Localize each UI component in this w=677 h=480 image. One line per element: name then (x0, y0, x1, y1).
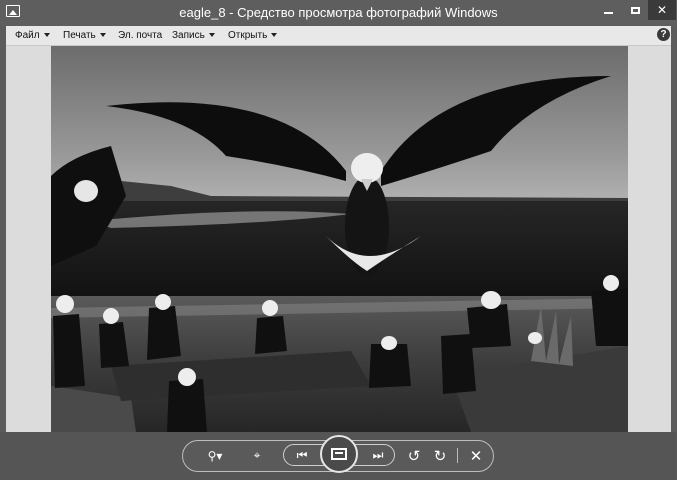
menu-email-label: Эл. почта (118, 30, 163, 41)
delete-icon: ✕ (469, 447, 483, 465)
rotate-right-icon: ↻ (433, 447, 447, 465)
chevron-down-icon (43, 33, 50, 38)
actual-size-icon: ⌖ (253, 448, 261, 462)
title-bar[interactable]: eagle_8 - Средство просмотра фотографий … (0, 0, 677, 26)
menu-open[interactable]: Открыть (228, 30, 278, 41)
actual-size-button[interactable]: ⌖ (245, 441, 269, 470)
photo-viewport (6, 46, 671, 432)
close-icon: ✕ (656, 3, 668, 17)
minimize-icon (603, 12, 613, 14)
menu-bar: Файл Печать Эл. почта Запись Открыть ? (6, 26, 671, 46)
menu-print-label: Печать (63, 30, 96, 41)
maximize-button[interactable] (622, 0, 648, 20)
zoom-icon: ⚲▾ (207, 448, 223, 463)
previous-icon: ⏮ (296, 448, 308, 462)
next-icon: ⏭ (372, 448, 384, 462)
bottom-toolbar: ⚲▾ ⌖ ⏮ ⏭ ↺ ↻ ✕ (0, 432, 677, 480)
menu-print[interactable]: Печать (63, 30, 106, 41)
help-icon[interactable]: ? (657, 28, 670, 41)
rotate-left-button[interactable]: ↺ (403, 441, 425, 470)
slideshow-button[interactable] (320, 435, 358, 473)
displayed-photo[interactable] (51, 46, 628, 432)
chevron-down-icon (271, 33, 278, 38)
close-button[interactable]: ✕ (648, 0, 676, 20)
menu-file-label: Файл (15, 30, 40, 41)
menu-file[interactable]: Файл (15, 30, 50, 41)
previous-button[interactable]: ⏮ (287, 441, 317, 470)
delete-button[interactable]: ✕ (465, 441, 487, 470)
zoom-button[interactable]: ⚲▾ (201, 441, 229, 470)
minimize-button[interactable] (595, 0, 621, 20)
menu-email[interactable]: Эл. почта (118, 30, 162, 41)
toolbar-controls: ⚲▾ ⌖ ⏮ ⏭ ↺ ↻ ✕ (182, 435, 494, 473)
menu-burn-label: Запись (172, 30, 205, 41)
toolbar-separator (457, 448, 458, 463)
window-title: eagle_8 - Средство просмотра фотографий … (179, 5, 498, 20)
menu-open-label: Открыть (228, 30, 268, 41)
rotate-left-icon: ↺ (407, 447, 421, 465)
chevron-down-icon (99, 33, 106, 38)
slideshow-icon (331, 448, 347, 460)
next-button[interactable]: ⏭ (363, 441, 393, 470)
chevron-down-icon (208, 33, 215, 38)
photo-viewer-window: eagle_8 - Средство просмотра фотографий … (0, 0, 677, 480)
menu-burn[interactable]: Запись (172, 30, 215, 41)
rotate-right-button[interactable]: ↻ (429, 441, 451, 470)
maximize-icon (630, 6, 640, 14)
